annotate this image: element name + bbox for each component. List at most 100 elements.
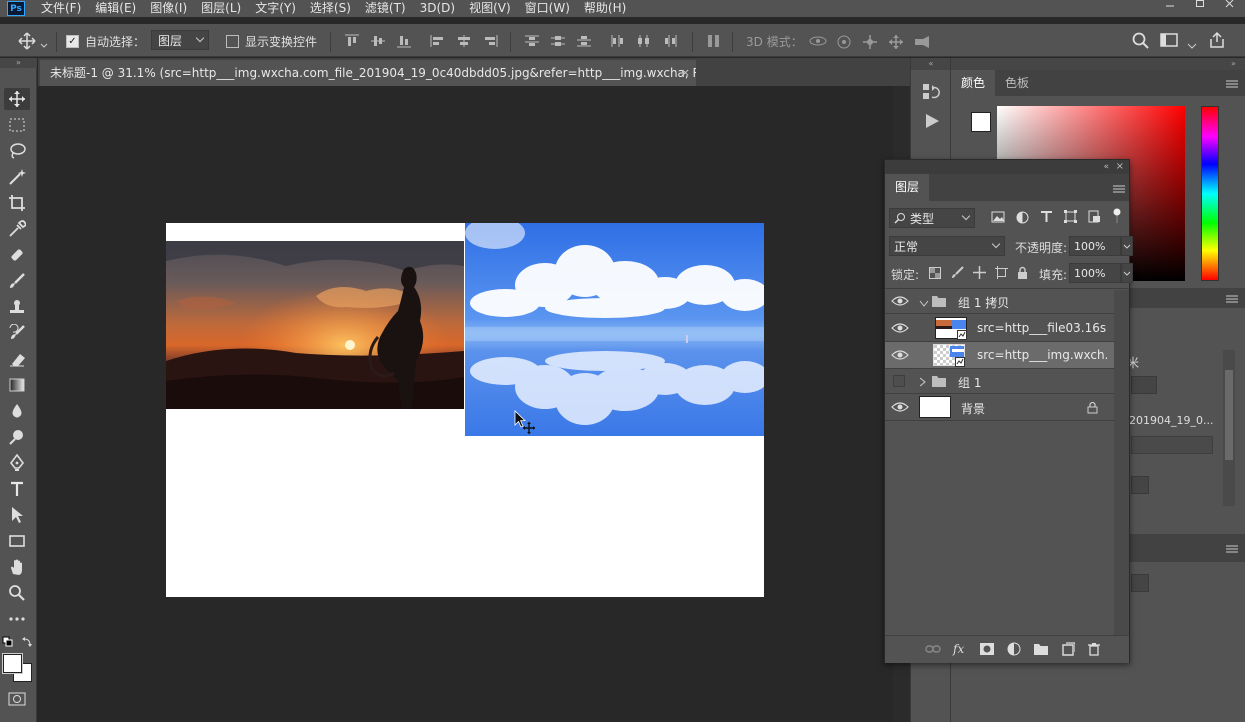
- magic-wand-tool-icon[interactable]: [4, 166, 30, 188]
- layer-effects-icon[interactable]: fx: [953, 642, 969, 656]
- auto-select-target-dropdown[interactable]: 图层: [151, 30, 209, 50]
- foreground-color-chip[interactable]: [971, 112, 991, 132]
- layer-row-background[interactable]: 背景: [885, 394, 1114, 421]
- distribute-bottom-icon[interactable]: [576, 34, 592, 48]
- hand-tool-icon[interactable]: [4, 556, 30, 578]
- align-hcenter-icon[interactable]: [456, 34, 472, 48]
- layers-panel-titlebar[interactable]: « ×: [885, 160, 1129, 174]
- lock-transparent-icon[interactable]: [929, 267, 941, 282]
- fill-input[interactable]: 100%: [1069, 263, 1121, 283]
- move-tool-preset-icon[interactable]: [18, 32, 36, 50]
- align-right-icon[interactable]: [482, 34, 498, 48]
- align-bottom-icon[interactable]: [396, 34, 412, 48]
- dodge-tool-icon[interactable]: [4, 426, 30, 448]
- eye-visibility-icon[interactable]: [891, 322, 909, 334]
- close-window-icon[interactable]: [1215, 0, 1245, 10]
- scrollbar-thumb[interactable]: [1225, 370, 1233, 460]
- delete-layer-icon[interactable]: [1087, 642, 1103, 656]
- layer-row-image-wxcha[interactable]: src=http___img.wxch...: [885, 342, 1114, 369]
- clone-stamp-tool-icon[interactable]: [4, 296, 30, 318]
- lasso-tool-icon[interactable]: [4, 140, 30, 162]
- close-tab-icon[interactable]: ×: [681, 60, 690, 86]
- tab-layers[interactable]: 图层: [885, 174, 930, 201]
- align-vcenter-icon[interactable]: [370, 34, 386, 48]
- minimize-icon[interactable]: [1155, 0, 1185, 10]
- layer-row-image-file03[interactable]: src=http___file03.16s...: [885, 315, 1114, 342]
- lock-artboard-icon[interactable]: [995, 266, 1008, 282]
- new-group-icon[interactable]: [1033, 642, 1049, 656]
- 3d-roll-icon[interactable]: [834, 34, 854, 49]
- auto-select-checkbox[interactable]: ✓: [66, 34, 79, 48]
- gradient-tool-icon[interactable]: [4, 374, 30, 396]
- quick-mask-icon[interactable]: [4, 688, 30, 710]
- properties-field[interactable]: [1131, 574, 1149, 592]
- search-icon[interactable]: [1132, 32, 1150, 49]
- properties-field[interactable]: [1131, 476, 1149, 494]
- adjustment-layer-icon[interactable]: [1007, 642, 1023, 656]
- healing-brush-tool-icon[interactable]: [4, 244, 30, 266]
- foreground-background-swatch[interactable]: [2, 653, 33, 684]
- history-panel-icon[interactable]: [922, 82, 940, 102]
- add-mask-icon[interactable]: [979, 642, 995, 656]
- sunset-image-layer[interactable]: [166, 241, 464, 409]
- 3d-orbit-icon[interactable]: [808, 34, 828, 48]
- properties-dropdown[interactable]: [1131, 436, 1213, 454]
- path-selection-tool-icon[interactable]: [4, 504, 30, 526]
- preset-chevron-icon[interactable]: [40, 38, 48, 52]
- panel-menu-icon[interactable]: [1113, 183, 1125, 193]
- menu-window[interactable]: 窗口(W): [525, 0, 570, 17]
- distribute-right-icon[interactable]: [662, 34, 678, 48]
- menu-view[interactable]: 视图(V): [469, 0, 511, 17]
- menu-select[interactable]: 选择(S): [310, 0, 351, 17]
- dock-expand-icon[interactable]: »: [951, 58, 1245, 70]
- share-icon[interactable]: [1208, 31, 1226, 48]
- workspace-chevron-icon[interactable]: [1187, 38, 1197, 52]
- auto-select-option[interactable]: ✓ 自动选择：: [66, 32, 145, 50]
- close-panel-icon[interactable]: ×: [1116, 160, 1124, 174]
- chevron-down-icon[interactable]: [919, 297, 929, 311]
- history-brush-tool-icon[interactable]: [4, 322, 30, 344]
- panel-collapse-icon[interactable]: »: [0, 58, 37, 68]
- move-tool-icon[interactable]: [4, 88, 30, 110]
- menu-edit[interactable]: 编辑(E): [95, 0, 136, 17]
- 3d-scale-icon[interactable]: [912, 34, 932, 48]
- pen-tool-icon[interactable]: [4, 452, 30, 474]
- lock-position-icon[interactable]: [973, 266, 986, 282]
- layers-scrollbar[interactable]: [1114, 290, 1129, 635]
- dock-collapse-icon[interactable]: «: [911, 58, 951, 70]
- hue-slider[interactable]: [1201, 106, 1219, 281]
- lock-pixels-icon[interactable]: [951, 266, 964, 282]
- panel-menu-icon[interactable]: [1226, 78, 1238, 88]
- 3d-slide-icon[interactable]: [886, 34, 906, 49]
- marquee-tool-icon[interactable]: [4, 114, 30, 136]
- opacity-chevron-icon[interactable]: [1121, 236, 1133, 256]
- eraser-tool-icon[interactable]: [4, 348, 30, 370]
- show-transform-option[interactable]: 显示变换控件: [226, 32, 317, 50]
- zoom-tool-icon[interactable]: [4, 582, 30, 604]
- auto-align-icon[interactable]: [706, 34, 722, 48]
- filter-smart-object-icon[interactable]: [1088, 210, 1101, 226]
- blur-tool-icon[interactable]: [4, 400, 30, 422]
- menu-type[interactable]: 文字(Y): [255, 0, 296, 17]
- panel-menu-icon[interactable]: [1226, 543, 1238, 553]
- align-top-icon[interactable]: [344, 34, 360, 48]
- menu-help[interactable]: 帮助(H): [584, 0, 626, 17]
- menu-filter[interactable]: 滤镜(T): [365, 0, 406, 17]
- visibility-toggle-off[interactable]: [893, 375, 905, 387]
- brush-tool-icon[interactable]: [4, 270, 30, 292]
- 3d-pan-icon[interactable]: [860, 34, 880, 49]
- maximize-icon[interactable]: [1185, 0, 1215, 10]
- layer-row-group-1[interactable]: 组 1: [885, 369, 1114, 394]
- chevron-right-icon[interactable]: [919, 376, 927, 390]
- opacity-input[interactable]: 100%: [1069, 236, 1121, 256]
- eyedropper-tool-icon[interactable]: [4, 218, 30, 240]
- lock-all-icon[interactable]: [1017, 266, 1028, 282]
- distribute-left-icon[interactable]: [610, 34, 626, 48]
- distribute-hcenter-icon[interactable]: [636, 34, 652, 48]
- more-tools-icon[interactable]: [4, 608, 30, 630]
- tab-color[interactable]: 颜色: [951, 70, 996, 96]
- eye-visibility-icon[interactable]: [891, 401, 909, 413]
- type-tool-icon[interactable]: [4, 478, 30, 500]
- properties-scrollbar[interactable]: [1223, 350, 1235, 506]
- default-colors-icon[interactable]: [2, 636, 34, 650]
